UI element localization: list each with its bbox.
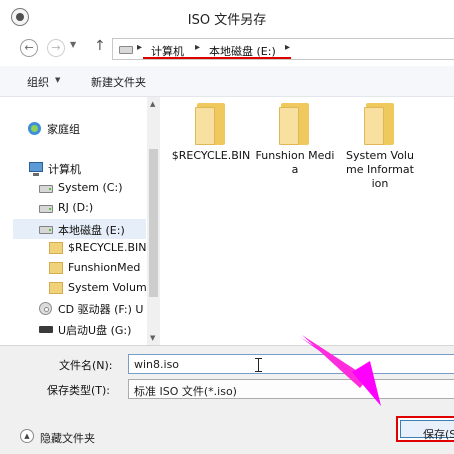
window-title: ISO 文件另存 xyxy=(187,13,267,28)
breadcrumb-separator-icon[interactable]: ▸ xyxy=(285,42,290,53)
navigation-scrollbar[interactable]: ▲ ▼ xyxy=(147,97,160,345)
sidebar-item-computer[interactable]: 计算机 xyxy=(13,158,146,178)
sidebar-item-label: System (C:) xyxy=(58,181,123,194)
toolbar: 组织 ▼ 新建文件夹 xyxy=(0,66,454,97)
breadcrumb-separator-icon[interactable]: ▸ xyxy=(137,42,142,53)
drive-icon xyxy=(39,226,53,234)
file-item-recycle-bin[interactable]: $RECYCLE.BIN xyxy=(171,103,251,163)
homegroup-icon xyxy=(28,122,41,135)
sidebar-item-label: $RECYCLE.BIN xyxy=(68,241,146,254)
sidebar-item-label: System Volum xyxy=(68,281,146,294)
history-chevron-down-icon[interactable]: ▼ xyxy=(70,40,76,49)
usb-drive-icon xyxy=(39,326,53,333)
sidebar-item-homegroup[interactable]: 家庭组 xyxy=(13,118,146,138)
scroll-up-icon[interactable]: ▲ xyxy=(150,100,155,108)
scrollbar-thumb[interactable] xyxy=(149,149,158,297)
filename-field[interactable]: win8.iso xyxy=(128,354,454,374)
sidebar-item-label: CD 驱动器 (F:) U xyxy=(58,303,144,316)
sidebar-item-system-c[interactable]: System (C:) xyxy=(13,178,146,198)
drive-icon xyxy=(39,205,53,213)
folder-icon xyxy=(49,282,63,294)
up-arrow-icon[interactable]: ↑ xyxy=(94,38,106,54)
save-button[interactable]: 保存(S xyxy=(396,416,454,442)
filetype-label: 保存类型(T): xyxy=(47,384,111,397)
sidebar-item-label: 家庭组 xyxy=(47,123,80,136)
sidebar-item-label: FunshionMed xyxy=(68,261,141,274)
red-underline-annotation xyxy=(143,57,291,59)
sidebar-item-usb-g[interactable]: U启动U盘 (G:) xyxy=(13,319,146,339)
text-cursor-icon xyxy=(255,358,262,372)
filetype-value: 标准 ISO 文件(*.iso) xyxy=(134,385,237,398)
back-arrow-icon[interactable]: ← xyxy=(20,39,38,57)
sidebar-item-recycle-bin[interactable]: $RECYCLE.BIN xyxy=(13,238,146,258)
drive-icon xyxy=(39,185,53,193)
filetype-select[interactable]: 标准 ISO 文件(*.iso) xyxy=(128,379,454,399)
save-label: 保存(S xyxy=(423,428,454,441)
file-item-funshion-media[interactable]: Funshion Media xyxy=(254,103,336,177)
new-folder-button[interactable]: 新建文件夹 xyxy=(91,74,146,90)
folder-icon xyxy=(49,262,63,274)
sidebar-item-funshion-media[interactable]: FunshionMed xyxy=(13,258,146,278)
sidebar-item-label: 本地磁盘 (E:) xyxy=(58,224,125,237)
folder-icon xyxy=(49,242,63,254)
sidebar-item-cd-drive-f[interactable]: CD 驱动器 (F:) U xyxy=(13,298,146,318)
sidebar-item-label: 计算机 xyxy=(48,163,81,176)
organize-chevron-down-icon[interactable]: ▼ xyxy=(55,76,60,84)
folder-icon xyxy=(364,103,396,145)
file-name: Funshion Media xyxy=(255,149,335,176)
sidebar-item-label: U启动U盘 (G:) xyxy=(58,324,132,337)
file-list: $RECYCLE.BIN Funshion Media System Volum… xyxy=(161,97,454,345)
sidebar-item-label: RJ (D:) xyxy=(58,201,94,214)
sidebar-item-system-volume[interactable]: System Volum xyxy=(13,278,146,298)
navigation-bar: ← → ▼ ↑ ▸ 计算机 ▸ 本地磁盘 (E:) ▸ xyxy=(0,36,454,64)
save-form: 文件名(N): win8.iso 保存类型(T): 标准 ISO 文件(*.is… xyxy=(0,345,454,408)
title-bar: ISO 文件另存 xyxy=(0,0,454,36)
scroll-down-icon[interactable]: ▼ xyxy=(150,334,155,342)
filename-value: win8.iso xyxy=(134,358,180,371)
filename-label: 文件名(N): xyxy=(59,359,113,372)
dialog-footer: ▲ 隐藏文件夹 xyxy=(0,407,454,454)
folder-icon xyxy=(195,103,227,145)
computer-icon xyxy=(29,162,43,176)
file-name: $RECYCLE.BIN xyxy=(171,149,251,162)
forward-arrow-icon[interactable]: → xyxy=(47,39,65,57)
save-button-face: 保存(S xyxy=(400,420,454,441)
file-name: System Volume Information xyxy=(346,149,414,190)
breadcrumb-separator-icon[interactable]: ▸ xyxy=(195,42,200,53)
drive-icon xyxy=(119,46,133,54)
cd-drive-icon xyxy=(39,302,52,315)
chevron-up-icon: ▲ xyxy=(20,429,34,443)
organize-button[interactable]: 组织 xyxy=(27,74,49,90)
navigation-pane: 家庭组 计算机 System (C:) RJ (D:) 本地磁盘 (E:) $R… xyxy=(13,97,160,345)
sidebar-item-local-disk-e[interactable]: 本地磁盘 (E:) xyxy=(13,219,146,239)
folder-icon xyxy=(279,103,311,145)
file-item-system-volume-information[interactable]: System Volume Information xyxy=(346,103,414,191)
sidebar-item-rj-d[interactable]: RJ (D:) xyxy=(13,198,146,218)
save-dialog: ISO 文件另存 ← → ▼ ↑ ▸ 计算机 ▸ 本地磁盘 (E:) ▸ 组织 … xyxy=(0,0,454,454)
hide-folders-label: 隐藏文件夹 xyxy=(40,432,95,445)
